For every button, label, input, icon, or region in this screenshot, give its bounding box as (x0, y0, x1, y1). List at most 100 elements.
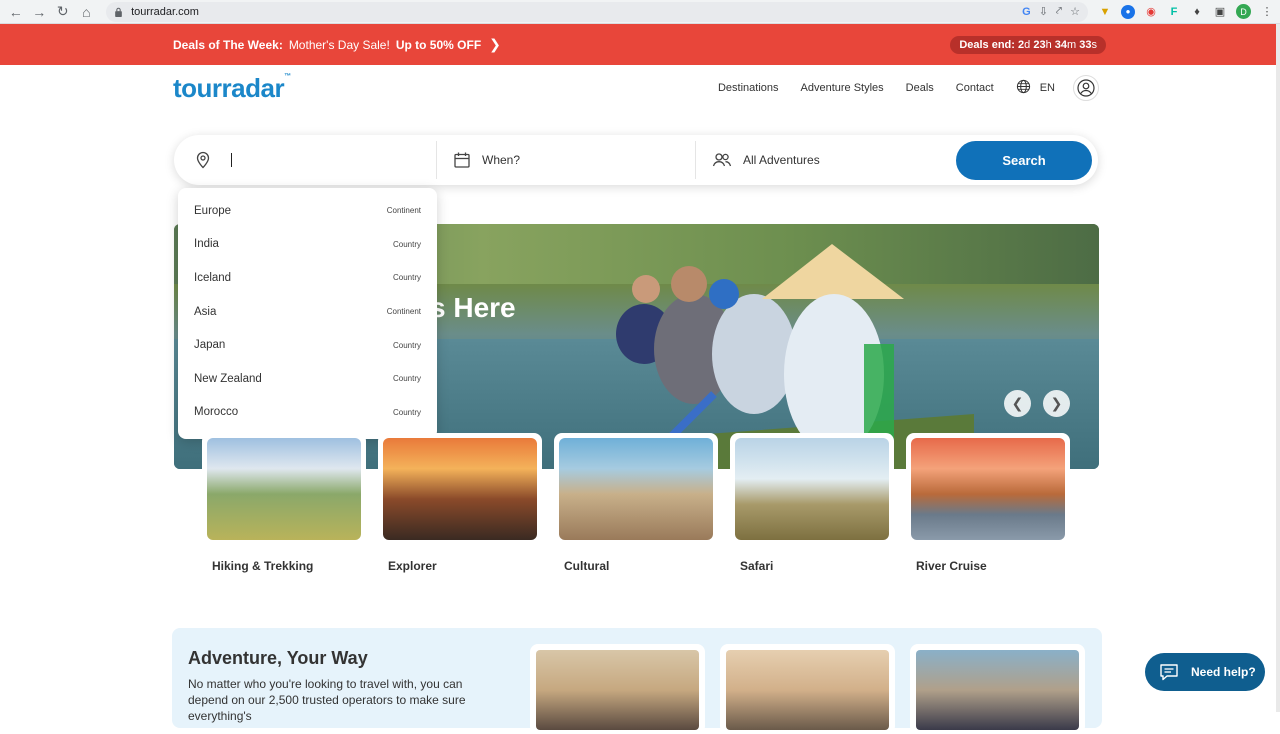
category-label: Cultural (564, 559, 610, 573)
list-item[interactable]: Japan Country (178, 328, 437, 362)
timer-minutes-unit: m (1067, 38, 1077, 51)
category-label: Hiking & Trekking (212, 559, 314, 573)
adventure-card[interactable] (910, 644, 1085, 734)
logo-text: tourradar (173, 72, 285, 103)
travelers-icon (712, 151, 732, 169)
logo[interactable]: tourradar™ (173, 73, 291, 104)
adventure-card-image (726, 650, 889, 730)
suggestion-type: Country (392, 273, 421, 283)
search-button[interactable]: Search (956, 140, 1092, 180)
deals-timer: Deals end: 2d 23h 34m 33s (950, 35, 1106, 54)
extension-icon-2[interactable]: ● (1121, 4, 1135, 19)
reload-icon[interactable]: ↻ (53, 2, 73, 22)
timer-days-unit: d (1024, 38, 1031, 51)
adventure-card[interactable] (720, 644, 895, 734)
url-text: tourradar.com (131, 5, 199, 18)
address-bar[interactable]: tourradar.com G ⇩ ⤤ ☆ (106, 1, 1088, 22)
back-icon[interactable]: ← (6, 2, 26, 22)
list-item[interactable]: India Country (178, 228, 437, 262)
safari-image (735, 438, 889, 540)
page-scrollbar[interactable] (1276, 24, 1280, 712)
user-account-icon[interactable] (1073, 75, 1099, 101)
location-pin-icon (194, 151, 212, 169)
category-label: Explorer (388, 559, 437, 573)
hero-prev-arrow-icon[interactable]: ❮ (1004, 390, 1031, 417)
globe-icon[interactable] (1016, 79, 1031, 97)
extension-icon-3[interactable]: ◉ (1144, 5, 1158, 19)
suggestion-name: New Zealand (194, 372, 262, 385)
chat-icon (1159, 663, 1179, 681)
text-cursor (231, 153, 232, 167)
river-cruise-image (911, 438, 1065, 540)
category-hiking-trekking[interactable]: Hiking & Trekking (202, 433, 366, 573)
timer-seconds-unit: s (1091, 38, 1098, 51)
suggestion-type: Country (392, 407, 421, 417)
deals-sale-text: Mother's Day Sale! (288, 37, 390, 52)
category-safari[interactable]: Safari (730, 433, 894, 573)
need-help-label: Need help? (1191, 665, 1256, 679)
adventure-card[interactable] (530, 644, 705, 734)
list-item[interactable]: Iceland Country (178, 261, 437, 295)
adventure-text: No matter who you're looking to travel w… (188, 677, 466, 723)
nav-contact[interactable]: Contact (956, 82, 994, 94)
timer-seconds: 33 (1079, 38, 1092, 51)
suggestion-type: Continent (386, 206, 421, 216)
suggestion-name: India (194, 238, 219, 251)
star-icon[interactable]: ☆ (1070, 5, 1080, 18)
adventure-type-value: All Adventures (743, 153, 820, 167)
timer-label: Deals end: (959, 38, 1015, 51)
category-explorer[interactable]: Explorer (378, 433, 542, 573)
explorer-image (383, 438, 537, 540)
menu-kebab-icon[interactable]: ⋮ (1260, 5, 1274, 19)
adventure-section: Adventure, Your Way No matter who you're… (172, 628, 1102, 734)
nav-destinations[interactable]: Destinations (718, 82, 779, 94)
suggestion-name: Morocco (194, 406, 239, 419)
home-icon[interactable]: ⌂ (77, 2, 97, 22)
google-icon[interactable]: G (1022, 6, 1031, 18)
forward-icon[interactable]: → (30, 2, 50, 22)
cultural-image (559, 438, 713, 540)
hero-next-arrow-icon[interactable]: ❯ (1043, 390, 1070, 417)
destination-field[interactable] (174, 141, 437, 179)
list-item[interactable]: Asia Continent (178, 295, 437, 329)
suggestion-type: Country (392, 340, 421, 350)
category-label: Safari (740, 559, 774, 573)
list-item[interactable]: Morocco Country (178, 396, 437, 430)
hiking-image (207, 438, 361, 540)
category-label: River Cruise (916, 559, 987, 573)
timer-hours-unit: h (1045, 38, 1052, 51)
nav-adventure-styles[interactable]: Adventure Styles (801, 82, 884, 94)
suggestion-type: Country (392, 374, 421, 384)
extension-icon-1[interactable]: ▼ (1098, 5, 1112, 19)
share-icon[interactable]: ⤤ (1056, 5, 1062, 18)
suggestion-name: Iceland (194, 271, 232, 284)
language-selector[interactable]: EN (1040, 82, 1055, 94)
nav-deals[interactable]: Deals (906, 82, 934, 94)
list-item[interactable]: Europe Continent (178, 194, 437, 228)
suggestion-name: Japan (194, 339, 226, 352)
date-placeholder: When? (482, 153, 521, 167)
suggestion-type: Country (392, 239, 421, 249)
adventure-card-image (536, 650, 699, 730)
logo-trademark: ™ (284, 72, 291, 80)
suggestion-type: Continent (386, 307, 421, 317)
need-help-button[interactable]: Need help? (1145, 653, 1265, 691)
profile-avatar[interactable]: D (1236, 4, 1251, 19)
search-bar: When? All Adventures Search (174, 135, 1098, 185)
sidepanel-icon[interactable]: ▣ (1213, 5, 1227, 19)
install-icon[interactable]: ⇩ (1039, 5, 1048, 18)
timer-minutes: 34 (1054, 38, 1068, 51)
category-river-cruise[interactable]: River Cruise (906, 433, 1070, 573)
timer-hours: 23 (1033, 38, 1046, 51)
list-item[interactable]: New Zealand Country (178, 362, 437, 396)
category-cultural[interactable]: Cultural (554, 433, 718, 573)
adventure-type-field[interactable]: All Adventures (696, 135, 956, 185)
extension-icon-4[interactable]: F (1167, 5, 1181, 19)
extensions-puzzle-icon[interactable]: ♦ (1190, 5, 1204, 19)
lock-icon (115, 7, 122, 17)
chevron-right-icon: ❯ (489, 36, 501, 52)
deals-offer-text: Up to 50% OFF (395, 37, 482, 52)
date-field[interactable]: When? (437, 141, 696, 179)
main-nav: Destinations Adventure Styles Deals Cont… (696, 75, 1099, 101)
deals-banner[interactable]: Deals of The Week: Mother's Day Sale! Up… (0, 24, 1280, 65)
